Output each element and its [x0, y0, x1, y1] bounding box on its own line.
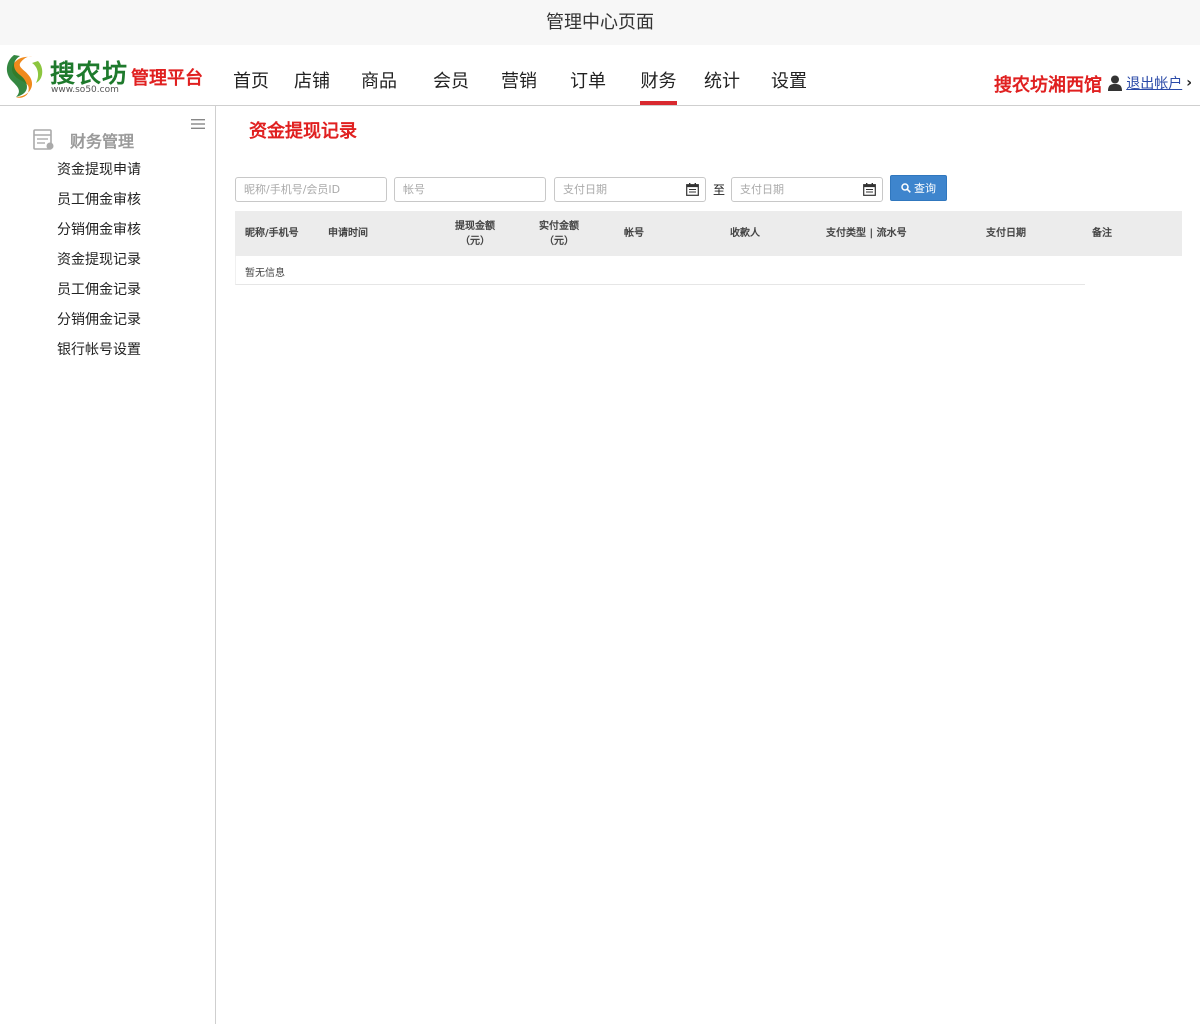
main-nav: 首页 店铺 商品 会员 营销 订单 财务 统计 设置	[222, 45, 807, 105]
sidebar-item-withdraw-apply[interactable]: 资金提现申请	[57, 160, 141, 190]
col-paid-amount-line2: （元）	[544, 235, 574, 247]
nav-members[interactable]: 会员	[433, 45, 469, 105]
sidebar-menu: 资金提现申请 员工佣金审核 分销佣金审核 资金提现记录 员工佣金记录 分销佣金记…	[57, 160, 141, 370]
brand-logo[interactable]: 搜农坊 www.so50.com 管理平台	[0, 51, 210, 101]
col-account: 帐号	[624, 228, 644, 239]
account-input[interactable]	[394, 177, 546, 202]
sidebar: 财务管理 资金提现申请 员工佣金审核 分销佣金审核 资金提现记录 员工佣金记录 …	[0, 106, 216, 1024]
date-range-separator: 至	[713, 183, 726, 197]
query-button-label: 查询	[914, 182, 936, 195]
ledger-icon	[33, 129, 54, 150]
page-title: 管理中心页面	[546, 12, 654, 33]
sidebar-item-withdraw-records[interactable]: 资金提现记录	[57, 250, 141, 280]
col-member: 昵称/手机号	[245, 228, 299, 239]
withdraw-records-table: 昵称/手机号 申请时间 提现金额 （元） 实付金额 （元） 帐号 收款人 支付类…	[235, 211, 1182, 285]
store-name: 搜农坊湘西馆	[994, 75, 1102, 96]
col-withdraw-amount-line2: （元）	[460, 235, 490, 247]
calendar-icon[interactable]	[863, 183, 876, 196]
table-row: 暂无信息	[235, 256, 1085, 285]
search-icon	[901, 183, 911, 193]
calendar-icon[interactable]	[686, 183, 699, 196]
nav-marketing[interactable]: 营销	[501, 45, 537, 105]
section-title: 资金提现记录	[249, 121, 357, 142]
sidebar-section-header: 财务管理	[33, 128, 134, 152]
sidebar-section-title: 财务管理	[70, 132, 135, 151]
col-paid-amount-line1: 实付金额	[539, 220, 579, 232]
nav-finance[interactable]: 财务	[640, 45, 677, 105]
nav-orders[interactable]: 订单	[570, 45, 606, 105]
sidebar-item-staff-commission-records[interactable]: 员工佣金记录	[57, 280, 141, 310]
nav-products[interactable]: 商品	[361, 45, 397, 105]
col-paid-amount: 实付金额 （元）	[534, 211, 584, 256]
chevron-right-icon: ›	[1186, 75, 1192, 91]
empty-message: 暂无信息	[245, 268, 285, 279]
col-payee: 收款人	[730, 228, 760, 239]
date-from-picker[interactable]	[554, 177, 706, 202]
sidebar-item-staff-commission-review[interactable]: 员工佣金审核	[57, 190, 141, 220]
col-withdraw-amount-line1: 提现金额	[455, 220, 495, 232]
member-search-input[interactable]	[235, 177, 387, 202]
so50-logo-icon	[6, 55, 43, 98]
col-apply-time: 申请时间	[328, 228, 368, 239]
query-button[interactable]: 查询	[890, 175, 947, 201]
sidebar-item-bank-account-settings[interactable]: 银行帐号设置	[57, 340, 141, 370]
date-to-picker[interactable]	[731, 177, 883, 202]
hamburger-menu-icon[interactable]	[191, 118, 205, 130]
date-to-input[interactable]	[731, 177, 883, 202]
main-content: 资金提现记录 至	[216, 106, 1200, 1024]
nav-home[interactable]: 首页	[226, 45, 276, 105]
nav-store[interactable]: 店铺	[294, 45, 330, 105]
top-header: 搜农坊 www.so50.com 管理平台 首页 店铺 商品 会员 营销 订单 …	[0, 45, 1200, 106]
col-withdraw-amount: 提现金额 （元）	[450, 211, 500, 256]
platform-label: 管理平台	[131, 68, 203, 89]
logout-area: 退出帐户 ›	[1108, 73, 1192, 93]
sidebar-item-distribution-commission-review[interactable]: 分销佣金审核	[57, 220, 141, 250]
brand-url: www.so50.com	[51, 85, 119, 95]
nav-settings[interactable]: 设置	[771, 45, 807, 105]
user-icon	[1108, 75, 1123, 91]
col-pay-type: 支付类型 | 流水号	[826, 228, 907, 239]
table-header-row: 昵称/手机号 申请时间 提现金额 （元） 实付金额 （元） 帐号 收款人 支付类…	[235, 211, 1182, 256]
logout-link[interactable]: 退出帐户	[1126, 73, 1182, 93]
page-title-bar: 管理中心页面	[0, 0, 1200, 45]
col-pay-date: 支付日期	[986, 228, 1026, 239]
col-remark: 备注	[1092, 228, 1112, 239]
sidebar-item-distribution-commission-records[interactable]: 分销佣金记录	[57, 310, 141, 340]
date-from-input[interactable]	[554, 177, 706, 202]
nav-statistics[interactable]: 统计	[704, 45, 740, 105]
